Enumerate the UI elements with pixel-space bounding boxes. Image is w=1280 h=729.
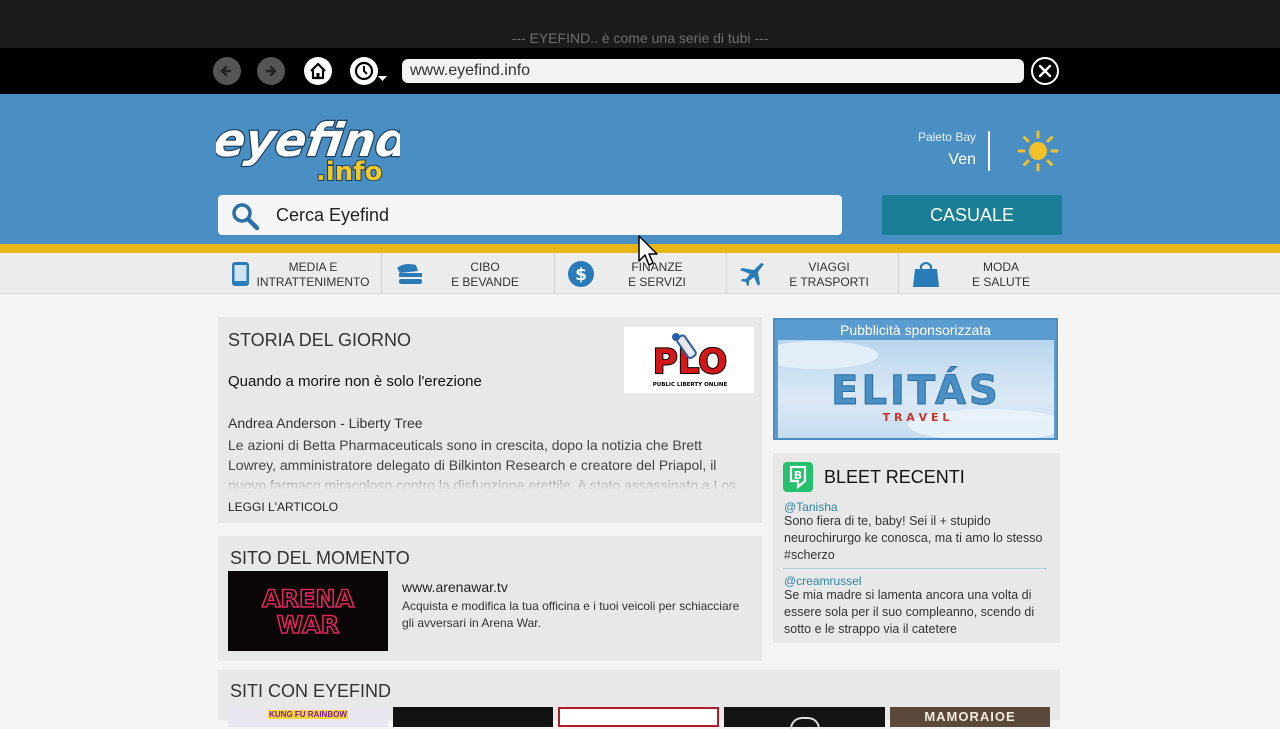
- bleet-separator: [783, 568, 1047, 569]
- shopping-bag-icon: [913, 261, 939, 287]
- dollar-icon: $: [568, 261, 594, 287]
- arena-war-line2: WAR: [277, 611, 339, 639]
- category-label-line2: E SERVIZI: [628, 275, 686, 289]
- thumb-label: MAMORAIOE: [924, 709, 1016, 724]
- ad-label: Pubblicità sponsorizzata: [840, 322, 991, 338]
- sponsored-ad[interactable]: Pubblicità sponsorizzata ELITÁS T R A V …: [773, 318, 1058, 440]
- bleet-handle[interactable]: @creamrussel: [784, 574, 862, 588]
- story-section-title: STORIA DEL GIORNO: [228, 330, 412, 350]
- clock-icon: [354, 61, 374, 81]
- browser-toolbar: www.eyefind.info: [0, 48, 1280, 94]
- chevron-down-icon[interactable]: [378, 76, 387, 82]
- thumb-emblem: [790, 717, 820, 729]
- sun-icon: [1017, 130, 1059, 172]
- close-icon: [1038, 64, 1052, 78]
- history-button[interactable]: [350, 57, 378, 85]
- category-label-line2: E TRASPORTI: [789, 275, 869, 289]
- category-food[interactable]: CIBO E BEVANDE: [382, 253, 554, 294]
- category-travel[interactable]: VIAGGI E TRASPORTI: [727, 253, 898, 294]
- home-button[interactable]: [304, 57, 332, 85]
- thumb-label: KUNG FU RAINBOW: [269, 710, 347, 719]
- category-label-line1: MODA: [983, 260, 1019, 274]
- weather-location: Paleto Bay: [917, 130, 976, 144]
- plo-logo[interactable]: PLO PUBLIC LIBERTY ONLINE: [624, 327, 754, 393]
- story-fade: [228, 470, 758, 490]
- site-url-link[interactable]: www.arenawar.tv: [402, 579, 508, 595]
- random-button[interactable]: CASUALE: [882, 195, 1062, 235]
- site-thumbnail[interactable]: MAMORAIOE: [890, 707, 1050, 727]
- back-button[interactable]: [213, 57, 241, 85]
- food-icon: [397, 264, 422, 284]
- arena-war-image[interactable]: ARENA WAR: [228, 571, 388, 651]
- site-section-title: SITO DEL MOMENTO: [230, 548, 410, 568]
- eyefind-logo[interactable]: eyefind .info: [216, 108, 400, 188]
- address-bar[interactable]: www.eyefind.info: [402, 59, 1024, 83]
- svg-text:B: B: [794, 469, 802, 482]
- mouse-cursor-icon: [638, 235, 658, 266]
- bleeter-logo-icon: B: [783, 462, 813, 492]
- category-label-line1: VIAGGI: [808, 260, 850, 274]
- ad-banner-image[interactable]: ELITÁS T R A V E L: [778, 340, 1054, 438]
- svg-text:$: $: [575, 265, 587, 285]
- search-input[interactable]: Cerca Eyefind: [218, 195, 842, 235]
- plo-logo-subtext: PUBLIC LIBERTY ONLINE: [653, 382, 728, 388]
- arena-war-line1: ARENA: [262, 585, 355, 613]
- bleets-title: BLEET RECENTI: [824, 467, 965, 487]
- category-fashion[interactable]: MODA E SALUTE: [899, 253, 1061, 294]
- logo-text-bottom: .info: [316, 157, 382, 187]
- forward-button[interactable]: [257, 57, 285, 85]
- search-icon[interactable]: [230, 201, 260, 231]
- weather-day: Ven: [948, 151, 976, 168]
- site-thumbnail[interactable]: KUNG FU RAINBOW: [228, 707, 388, 727]
- bleet-text: Sono fiera di te, baby! Sei il + stupido…: [784, 514, 1043, 562]
- sites-section-title: SITI CON EYEFIND: [230, 681, 392, 701]
- category-media[interactable]: MEDIA E INTRATTENIMENTO: [218, 253, 381, 294]
- tablet-icon: [232, 262, 249, 286]
- site-description: Acquista e modifica la tua officina e i …: [402, 599, 740, 630]
- weather-divider: [988, 131, 990, 171]
- category-label-line2: E BEVANDE: [451, 275, 519, 289]
- story-headline[interactable]: Quando a morire non è solo l'erezione: [228, 373, 482, 390]
- ad-brand: ELITÁS: [831, 366, 1001, 414]
- window-title-bar: --- EYEFIND.. è come una serie di tubi -…: [0, 0, 1280, 48]
- search-placeholder: Cerca Eyefind: [276, 205, 390, 225]
- site-thumbnail[interactable]: [724, 707, 885, 729]
- bleet-handle[interactable]: @Tanisha: [784, 500, 838, 514]
- category-label-line1: MEDIA E: [288, 260, 338, 274]
- home-icon: [310, 62, 326, 80]
- read-more-link[interactable]: LEGGI L'ARTICOLO: [228, 500, 338, 514]
- story-author: Andrea Anderson - Liberty Tree: [228, 415, 423, 431]
- window-tagline: --- EYEFIND.. è come una serie di tubi -…: [511, 30, 769, 46]
- bleet-text: Se mia madre si lamenta ancora una volta…: [784, 588, 1035, 636]
- category-label-line2: E SALUTE: [971, 275, 1031, 289]
- close-button[interactable]: [1031, 57, 1059, 85]
- ad-tagline: T R A V E L: [883, 411, 950, 424]
- site-thumbnail[interactable]: [393, 707, 553, 727]
- plane-icon: [740, 263, 764, 286]
- arrow-right-icon: [265, 65, 277, 77]
- category-label-line1: CIBO: [470, 260, 500, 274]
- category-label-line2: INTRATTENIMENTO: [256, 275, 370, 289]
- site-thumbnail[interactable]: [558, 707, 719, 727]
- arrow-left-icon: [220, 65, 232, 77]
